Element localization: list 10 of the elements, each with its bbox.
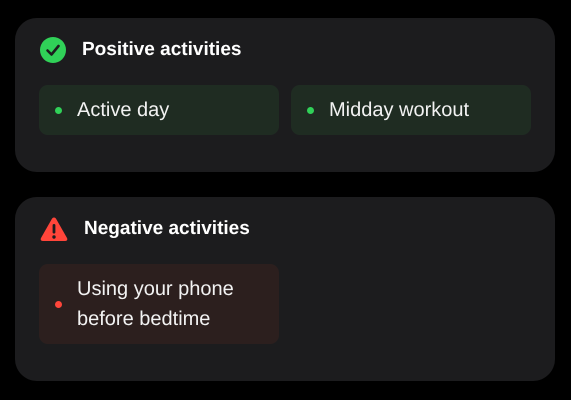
warning-icon bbox=[40, 216, 68, 242]
bullet-dot-icon bbox=[307, 106, 314, 114]
bullet-dot-icon bbox=[55, 300, 62, 308]
activity-label: Active day bbox=[77, 98, 170, 123]
section-title: Negative activities bbox=[84, 218, 250, 240]
bullet-dot-icon bbox=[55, 106, 62, 114]
activity-label: Using your phone before bedtime bbox=[77, 277, 235, 332]
activity-label: Midday workout bbox=[329, 98, 470, 123]
checkmark-circle-icon bbox=[40, 37, 66, 63]
section-title: Positive activities bbox=[82, 39, 242, 61]
